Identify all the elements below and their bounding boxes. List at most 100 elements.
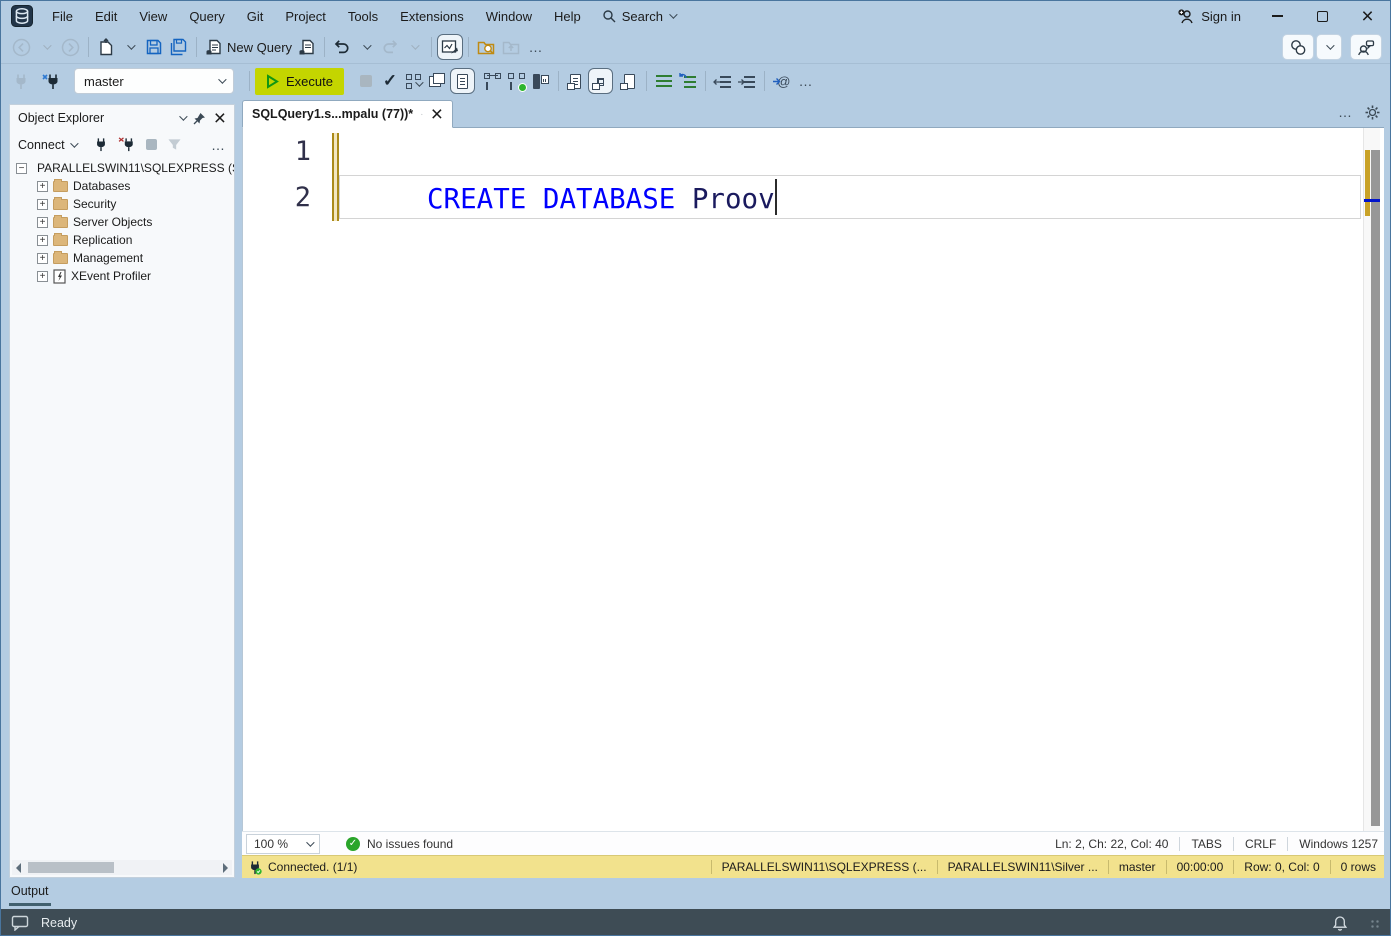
execute-button[interactable]: Execute xyxy=(255,68,344,95)
pin-tab-icon[interactable] xyxy=(421,108,423,121)
change-connection-button[interactable] xyxy=(39,68,64,94)
connect-object-explorer-icon[interactable] xyxy=(94,137,108,152)
decrease-indent-button[interactable] xyxy=(711,68,735,94)
connect-button[interactable]: Connect xyxy=(18,138,76,152)
tree-node-management[interactable]: Management xyxy=(10,249,234,267)
new-file-button[interactable] xyxy=(94,34,118,60)
maximize-button[interactable] xyxy=(1300,1,1345,31)
toolbar2-overflow-button[interactable] xyxy=(794,68,818,94)
new-file-dropdown[interactable] xyxy=(118,34,142,60)
menu-query[interactable]: Query xyxy=(178,1,235,31)
editor-vscrollbar[interactable] xyxy=(1363,128,1380,831)
code-editor[interactable]: 1 2 CREATE DATABASEProov xyxy=(242,128,1384,831)
menu-project[interactable]: Project xyxy=(274,1,336,31)
account-picker-dropdown[interactable] xyxy=(1316,34,1342,60)
scroll-left-icon[interactable] xyxy=(16,863,21,873)
send-feedback-button[interactable] xyxy=(1350,34,1382,60)
results-to-grid-button[interactable] xyxy=(588,68,613,94)
object-explorer-overflow-icon[interactable] xyxy=(211,137,226,153)
close-button[interactable] xyxy=(1345,1,1390,31)
pin-icon[interactable] xyxy=(193,112,206,125)
cancel-query-button-disabled[interactable] xyxy=(354,68,378,94)
estimated-plan-button[interactable] xyxy=(481,68,505,94)
expand-icon[interactable] xyxy=(37,271,48,282)
tree-node-security[interactable]: Security xyxy=(10,195,234,213)
collapse-icon[interactable] xyxy=(16,163,27,174)
menu-help[interactable]: Help xyxy=(543,1,592,31)
tree-node-server-objects[interactable]: Server Objects xyxy=(10,213,234,231)
indent-mode[interactable]: TABS xyxy=(1180,837,1232,851)
client-statistics-button[interactable] xyxy=(529,68,553,94)
redo-button[interactable] xyxy=(378,34,402,60)
open-query-current-connection-button[interactable] xyxy=(295,34,319,60)
close-panel-icon[interactable] xyxy=(214,108,226,129)
menu-window[interactable]: Window xyxy=(475,1,543,31)
navigate-back-button[interactable] xyxy=(9,34,34,60)
scrollbar-thumb[interactable] xyxy=(1371,150,1380,826)
output-tab[interactable]: Output xyxy=(11,884,49,898)
window-position-dropdown-icon[interactable] xyxy=(179,112,187,120)
undo-dropdown[interactable] xyxy=(354,34,378,60)
toolbar-overflow-button[interactable] xyxy=(524,34,548,60)
disconnect-icon[interactable] xyxy=(118,137,136,152)
sqlcmd-mode-button[interactable] xyxy=(450,68,475,94)
connect-button-disabled[interactable] xyxy=(9,68,33,94)
intellisense-button[interactable] xyxy=(426,68,450,94)
comment-lines-button[interactable] xyxy=(652,68,676,94)
sign-in-button[interactable]: Sign in xyxy=(1164,9,1255,24)
results-to-file-button[interactable] xyxy=(617,68,641,94)
tab-list-icon[interactable] xyxy=(1338,104,1353,120)
stop-icon-disabled[interactable] xyxy=(146,139,157,150)
query-options-button[interactable] xyxy=(402,68,426,94)
filter-icon-disabled[interactable] xyxy=(167,138,182,151)
menu-git[interactable]: Git xyxy=(236,1,275,31)
resize-grip[interactable] xyxy=(1370,919,1380,929)
new-query-button[interactable]: New Query xyxy=(202,34,295,60)
folder-up-button-disabled[interactable] xyxy=(499,34,524,60)
minimize-button[interactable] xyxy=(1255,1,1300,31)
menu-tools[interactable]: Tools xyxy=(337,1,389,31)
tree-node-databases[interactable]: Databases xyxy=(10,177,234,195)
menu-extensions[interactable]: Extensions xyxy=(389,1,475,31)
object-explorer-hscrollbar[interactable] xyxy=(12,860,232,875)
expand-icon[interactable] xyxy=(37,235,48,246)
menu-view[interactable]: View xyxy=(128,1,178,31)
close-tab-icon[interactable] xyxy=(431,104,443,125)
feedback-bubble-icon[interactable] xyxy=(11,915,29,931)
database-selector[interactable]: master xyxy=(74,68,234,94)
notifications-bell-icon[interactable] xyxy=(1332,915,1348,932)
save-button[interactable] xyxy=(142,34,166,60)
caret-position[interactable]: Ln: 2, Ch: 22, Col: 40 xyxy=(1044,837,1179,851)
tree-node-xevent-profiler[interactable]: XEvent Profiler xyxy=(10,267,234,285)
search-control[interactable]: Search xyxy=(592,1,685,31)
tree-node-replication[interactable]: Replication xyxy=(10,231,234,249)
query-tab[interactable]: SQLQuery1.s...mpalu (77))* xyxy=(242,100,453,128)
scroll-right-icon[interactable] xyxy=(223,863,228,873)
menu-edit[interactable]: Edit xyxy=(84,1,128,31)
uncomment-lines-button[interactable] xyxy=(676,68,700,94)
expand-icon[interactable] xyxy=(37,253,48,264)
tree-node-server[interactable]: PARALLELSWIN11\SQLEXPRESS (SQ xyxy=(10,159,234,177)
parse-button[interactable] xyxy=(378,68,402,94)
navigate-forward-button[interactable] xyxy=(58,34,83,60)
zoom-selector[interactable]: 100 % xyxy=(246,834,320,854)
specify-template-parameters-button[interactable]: @ xyxy=(770,68,794,94)
activity-monitor-button[interactable] xyxy=(437,34,463,60)
redo-dropdown[interactable] xyxy=(402,34,426,60)
browse-find-button[interactable] xyxy=(474,34,499,60)
gear-icon[interactable] xyxy=(1365,105,1380,120)
back-history-dropdown[interactable] xyxy=(34,34,58,60)
scrollbar-thumb[interactable] xyxy=(28,862,114,873)
save-all-button[interactable] xyxy=(166,34,191,60)
actual-plan-button[interactable] xyxy=(505,68,529,94)
increase-indent-button[interactable] xyxy=(735,68,759,94)
encoding[interactable]: Windows 1257 xyxy=(1288,837,1380,851)
line-ending[interactable]: CRLF xyxy=(1234,837,1287,851)
expand-icon[interactable] xyxy=(37,217,48,228)
undo-button[interactable] xyxy=(330,34,354,60)
results-to-text-button[interactable] xyxy=(564,68,588,94)
account-picker-button[interactable] xyxy=(1282,34,1314,60)
expand-icon[interactable] xyxy=(37,199,48,210)
expand-icon[interactable] xyxy=(37,181,48,192)
menu-file[interactable]: File xyxy=(41,1,84,31)
